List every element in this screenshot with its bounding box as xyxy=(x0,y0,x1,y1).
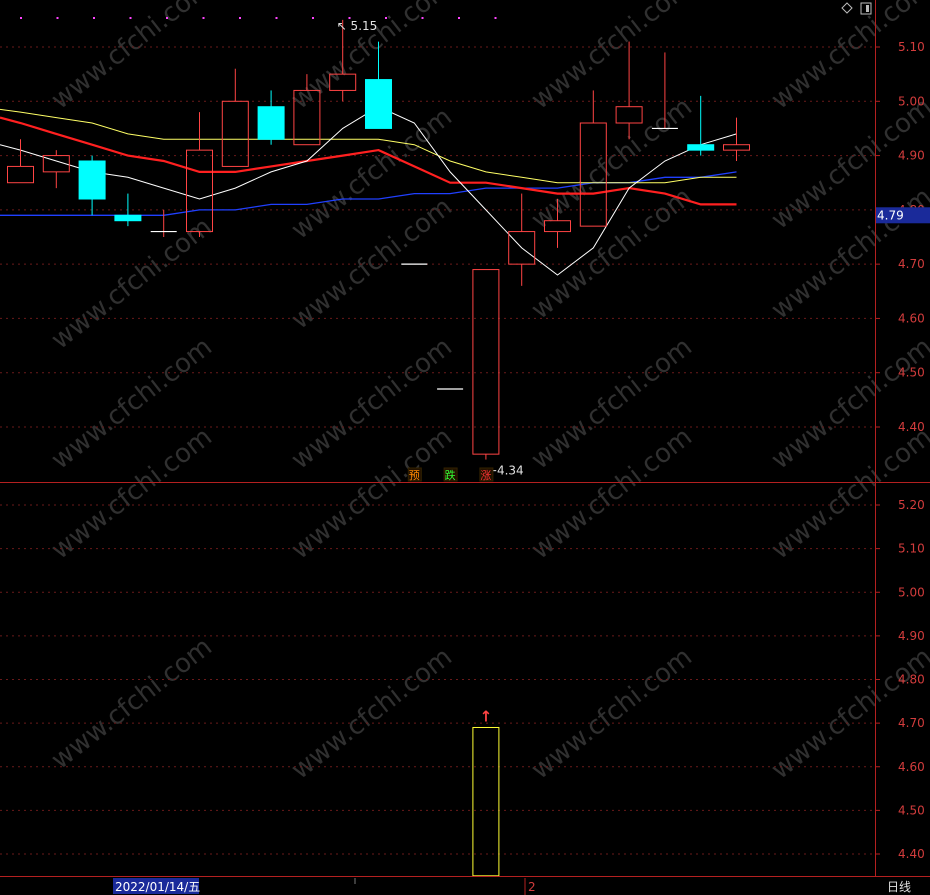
bottom-marker: 2 xyxy=(528,880,536,894)
sub-tick-label: 5.10 xyxy=(898,542,925,556)
candle-body-up xyxy=(221,100,249,167)
top-marker-dot xyxy=(312,17,314,19)
date-label: 2022/01/14/五 xyxy=(115,880,200,894)
watermark-layer: www.cfchi.com www.cfchi.com www.cfchi.com w… xyxy=(46,0,930,786)
main-tick-label: 4.50 xyxy=(898,366,925,380)
candle[interactable] xyxy=(42,150,70,189)
stock-chart[interactable]: www.cfchi.com www.cfchi.com www.cfchi.com w… xyxy=(0,0,930,895)
high-label: ↖ 5.15 xyxy=(337,19,378,33)
main-tick-label: 4.60 xyxy=(898,311,925,325)
signal-badge-text: 跌 xyxy=(445,468,456,482)
top-marker-dot xyxy=(56,17,59,19)
candle-body-up xyxy=(723,144,750,151)
sub-tick-label: 4.60 xyxy=(898,760,925,774)
sub-up-arrow-icon: ↑ xyxy=(480,707,493,725)
watermark-text: www.cfchi.com xyxy=(286,642,458,786)
watermark-text: www.cfchi.com xyxy=(46,212,218,356)
candle-body-up xyxy=(472,269,500,455)
top-marker-dot xyxy=(93,17,95,19)
sub-tick-label: 4.90 xyxy=(898,629,925,643)
sub-tick-label: 4.50 xyxy=(898,803,925,817)
sub-panel-bars[interactable]: ↑ xyxy=(472,707,500,877)
diamond-icon[interactable] xyxy=(841,2,853,14)
candle-body-down xyxy=(365,79,392,129)
top-marker-dot xyxy=(458,17,460,19)
period-label[interactable]: 日线 xyxy=(887,880,911,894)
main-tick-label: 4.70 xyxy=(898,257,925,271)
candle[interactable] xyxy=(114,193,142,227)
candle[interactable] xyxy=(7,139,34,184)
top-marker-dot xyxy=(202,17,205,19)
current-price-label: 4.79 xyxy=(877,208,904,222)
sub-tick-label: 4.80 xyxy=(898,673,925,687)
top-marker-dot xyxy=(494,17,497,19)
candle-body-down xyxy=(78,160,106,200)
candle-body-down xyxy=(257,106,285,140)
candle-body-up xyxy=(615,106,643,124)
main-tick-label: 5.00 xyxy=(898,94,925,108)
watermark-text: www.cfchi.com xyxy=(46,632,218,776)
candle-body-down xyxy=(114,214,142,222)
candle[interactable] xyxy=(221,68,249,167)
top-marker-dot xyxy=(239,17,241,19)
candle[interactable] xyxy=(257,90,285,145)
sub-tick-label: 5.00 xyxy=(898,585,925,599)
main-tick-label: 5.10 xyxy=(898,40,925,54)
main-tick-label: 4.40 xyxy=(898,420,925,434)
sub-bar[interactable] xyxy=(472,726,500,877)
candle[interactable] xyxy=(723,117,750,161)
candle-body-down xyxy=(687,144,715,151)
candle[interactable] xyxy=(78,155,106,216)
candle-body-up xyxy=(7,165,34,184)
sub-tick-label: 4.70 xyxy=(898,716,925,730)
signal-badge-text: 预 xyxy=(409,469,420,482)
bottom-bar: 2022/01/14/五 2 日线 xyxy=(113,878,911,895)
top-marker-dot xyxy=(20,17,22,19)
signal-badge-text: 涨 xyxy=(480,469,491,482)
top-marker-dot xyxy=(275,17,278,19)
top-marker-dot xyxy=(385,17,387,19)
main-tick-label: 4.90 xyxy=(898,149,925,163)
watermark-text: www.cfchi.com xyxy=(46,0,218,116)
candle[interactable] xyxy=(472,269,500,460)
watermark-text: www.cfchi.com xyxy=(526,642,698,786)
candle[interactable] xyxy=(687,95,715,156)
top-marker-dot xyxy=(129,17,132,19)
top-marker-dot xyxy=(421,17,424,19)
top-marker-dot xyxy=(166,17,168,19)
sub-tick-label: 4.40 xyxy=(898,847,925,861)
sub-tick-label: 5.20 xyxy=(898,498,925,512)
